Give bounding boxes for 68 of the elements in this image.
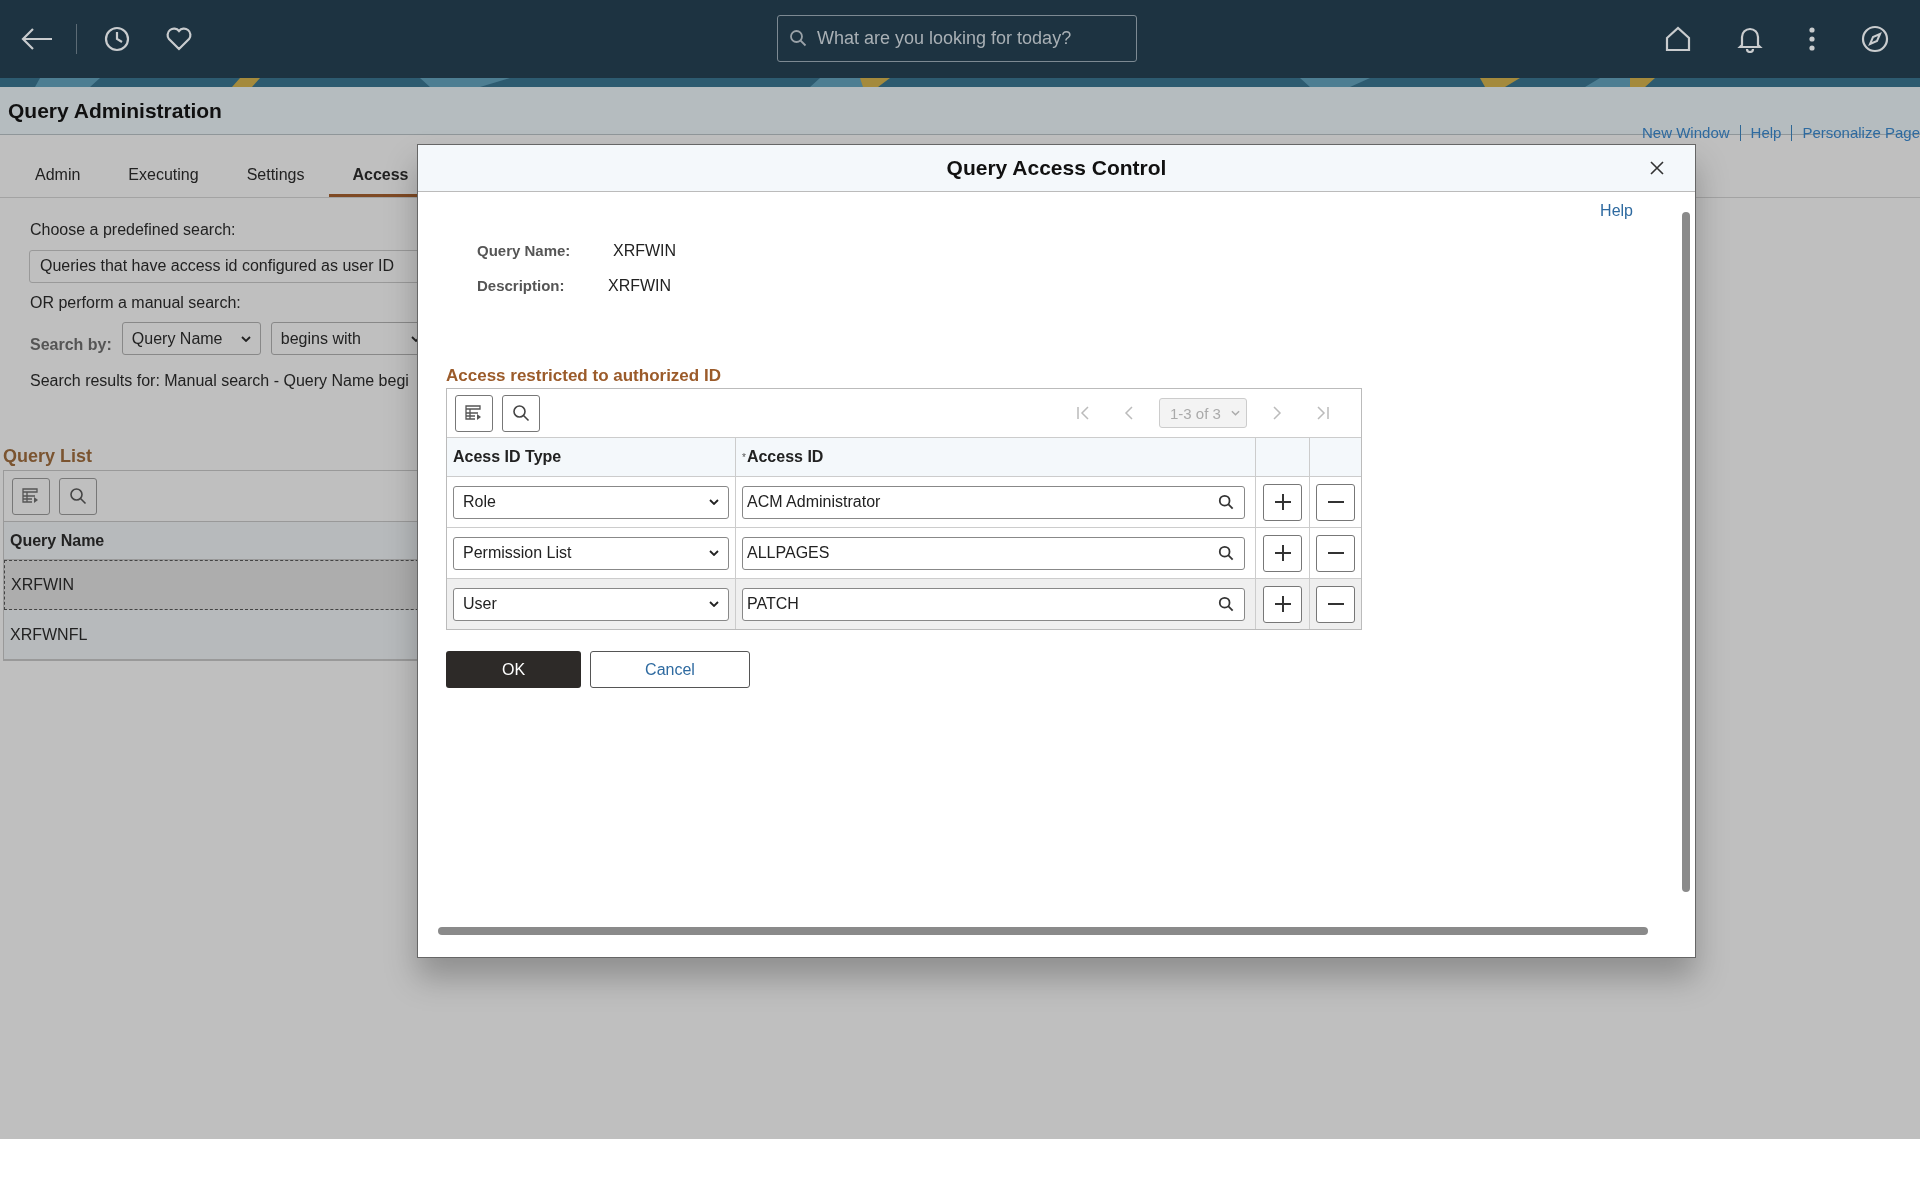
search-icon[interactable]	[1218, 494, 1234, 510]
caret-icon	[709, 601, 719, 607]
minus-icon	[1325, 602, 1346, 606]
tab[interactable]: Executing	[105, 166, 222, 197]
access-id-field[interactable]: ACM Administrator	[742, 485, 1245, 519]
column-header: Access ID	[746, 448, 824, 466]
plus-icon	[1272, 492, 1293, 512]
delete-row-button[interactable]	[1316, 483, 1355, 521]
search-by-label: Search by:	[30, 335, 112, 354]
field-value: XRFWIN	[613, 242, 677, 260]
add-row-button[interactable]	[1263, 534, 1302, 572]
minus-icon	[1325, 500, 1346, 504]
grid-search-button[interactable]	[502, 394, 540, 432]
more-icon[interactable]	[1808, 25, 1816, 53]
history-icon[interactable]	[103, 25, 131, 53]
access-type-dropdown[interactable]: User	[453, 587, 729, 621]
delete-row-button[interactable]	[1316, 585, 1355, 623]
bell-icon[interactable]	[1736, 25, 1764, 53]
table-icon	[22, 488, 40, 504]
field-value: XRFWIN	[608, 277, 672, 295]
ok-button[interactable]: OK	[446, 651, 581, 688]
search-icon	[69, 487, 87, 505]
access-id-field[interactable]: PATCH	[742, 587, 1245, 621]
back-icon[interactable]	[20, 27, 54, 51]
search-field[interactable]: What are you looking for today?	[777, 15, 1137, 62]
search-icon	[512, 404, 530, 422]
help-link[interactable]: Help	[1600, 202, 1633, 220]
grid-search-button[interactable]	[59, 477, 97, 515]
column-header: Acess ID Type	[453, 448, 562, 466]
required-marker: *	[742, 451, 746, 463]
tab[interactable]: Settings	[223, 166, 328, 197]
add-row-button[interactable]	[1263, 585, 1302, 623]
search-icon[interactable]	[1218, 596, 1234, 612]
field-label: Description:	[477, 277, 566, 295]
manual-search-label: OR perform a manual search:	[30, 294, 242, 312]
dialog-title: Query Access Control	[946, 156, 1167, 180]
predefined-search-label: Choose a predefined search:	[30, 221, 237, 239]
field-label: Query Name:	[477, 242, 572, 260]
access-type-dropdown[interactable]: Permission List	[453, 536, 729, 570]
caret-icon	[709, 550, 719, 556]
access-type-dropdown[interactable]: Role	[453, 485, 729, 519]
search-results-text: Search results for: Manual search - Query Name begi	[30, 372, 409, 390]
add-row-button[interactable]	[1263, 483, 1302, 521]
caret-icon	[709, 499, 719, 505]
horizontal-scrollbar[interactable]	[438, 927, 1648, 935]
close-icon[interactable]	[1650, 161, 1664, 175]
compass-icon[interactable]	[1860, 24, 1890, 54]
home-icon[interactable]	[1664, 25, 1692, 53]
grid-personalize-button[interactable]	[455, 394, 493, 432]
caret-icon	[240, 335, 251, 342]
query-list-title: Query List	[3, 446, 93, 467]
heart-icon[interactable]	[165, 26, 193, 52]
table-icon	[465, 405, 483, 421]
grid-personalize-button[interactable]	[12, 477, 50, 515]
field-dropdown[interactable]: Query Name	[121, 322, 261, 355]
search-icon	[789, 29, 807, 47]
cancel-button[interactable]: Cancel	[590, 651, 750, 688]
delete-row-button[interactable]	[1316, 534, 1355, 572]
section-title: Access restricted to authorized ID	[446, 366, 721, 386]
minus-icon	[1325, 551, 1346, 555]
plus-icon	[1272, 543, 1293, 563]
tab[interactable]: Admin	[12, 166, 104, 197]
search-icon[interactable]	[1218, 545, 1234, 561]
plus-icon	[1272, 594, 1293, 614]
vertical-scrollbar[interactable]	[1682, 212, 1690, 892]
page-title: Query Administration	[8, 98, 222, 123]
access-id-field[interactable]: ALLPAGES	[742, 536, 1245, 570]
caret-icon	[1231, 410, 1240, 416]
